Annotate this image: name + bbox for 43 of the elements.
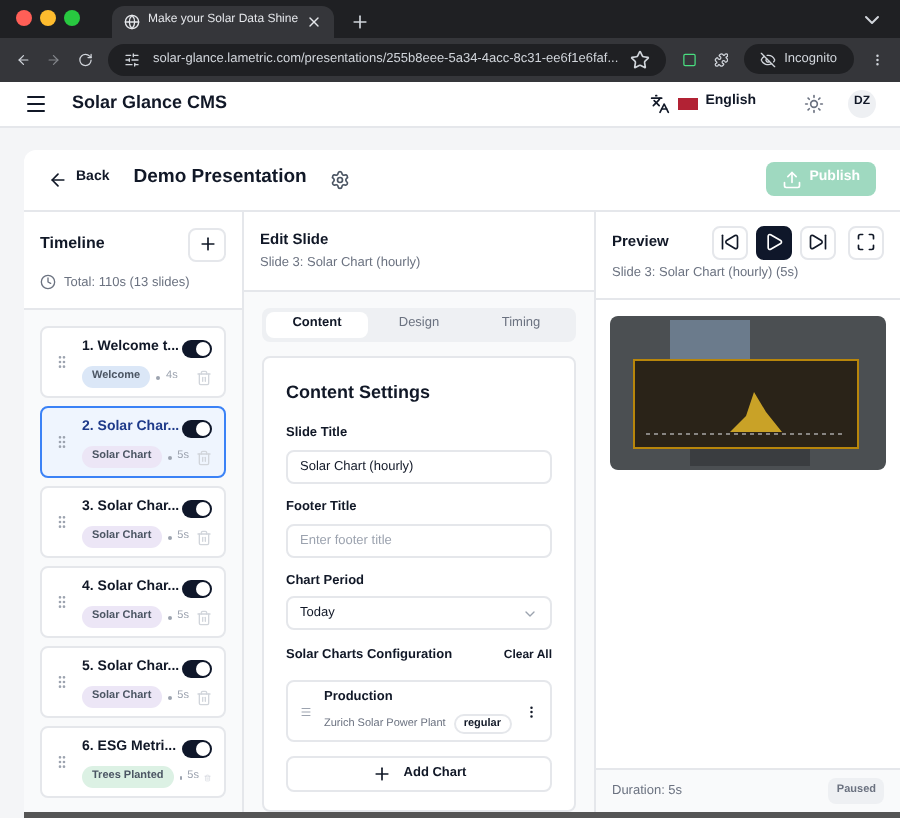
reload-icon[interactable]: [77, 49, 93, 70]
drag-handle-icon[interactable]: [54, 674, 70, 691]
enable-toggle[interactable]: [182, 499, 212, 518]
site-settings-icon: [124, 51, 141, 68]
screen-capture-icon[interactable]: [682, 49, 698, 70]
drag-handle-icon[interactable]: [54, 754, 70, 771]
add-slide-button[interactable]: [188, 227, 226, 261]
drag-handle-icon[interactable]: [300, 703, 312, 719]
bookmark-star-icon[interactable]: [630, 49, 651, 70]
enable-toggle[interactable]: [182, 579, 212, 598]
app-title: Solar Glance CMS: [72, 89, 228, 116]
skip-back-icon: [720, 232, 740, 252]
skip-forward-icon: [808, 232, 828, 252]
globe-icon: [124, 13, 140, 30]
settings-icon[interactable]: [330, 169, 351, 189]
close-tab-icon[interactable]: [306, 13, 323, 30]
back-icon[interactable]: [16, 49, 31, 70]
drag-handle-icon[interactable]: [54, 514, 70, 531]
presentation-title: Demo Presentation: [133, 164, 307, 193]
drag-handle-icon[interactable]: [54, 354, 70, 371]
extensions-icon[interactable]: [713, 49, 729, 70]
clock-icon: [40, 274, 56, 291]
enable-toggle[interactable]: [182, 739, 212, 758]
timeline-title: Timeline: [40, 232, 105, 256]
translate-icon: [649, 93, 670, 114]
enable-toggle[interactable]: [182, 419, 212, 438]
menu-icon[interactable]: [24, 91, 48, 116]
incognito-icon: [760, 51, 777, 68]
enable-toggle[interactable]: [182, 659, 212, 678]
plus-icon: [197, 234, 217, 254]
section-title: Content Settings: [286, 379, 432, 406]
theme-toggle-icon[interactable]: [804, 93, 824, 114]
plus-icon: [371, 764, 392, 784]
drag-handle-icon[interactable]: [54, 594, 70, 611]
playback-control-button[interactable]: [756, 225, 792, 259]
arrow-left-icon: [48, 169, 68, 189]
new-tab-icon[interactable]: [350, 11, 371, 32]
drag-handle-icon[interactable]: [54, 434, 70, 451]
flag-icon: [677, 97, 698, 110]
fullscreen-icon: [856, 232, 876, 252]
enable-toggle[interactable]: [182, 339, 212, 358]
play-icon: [764, 232, 784, 252]
upload-icon: [781, 169, 802, 189]
